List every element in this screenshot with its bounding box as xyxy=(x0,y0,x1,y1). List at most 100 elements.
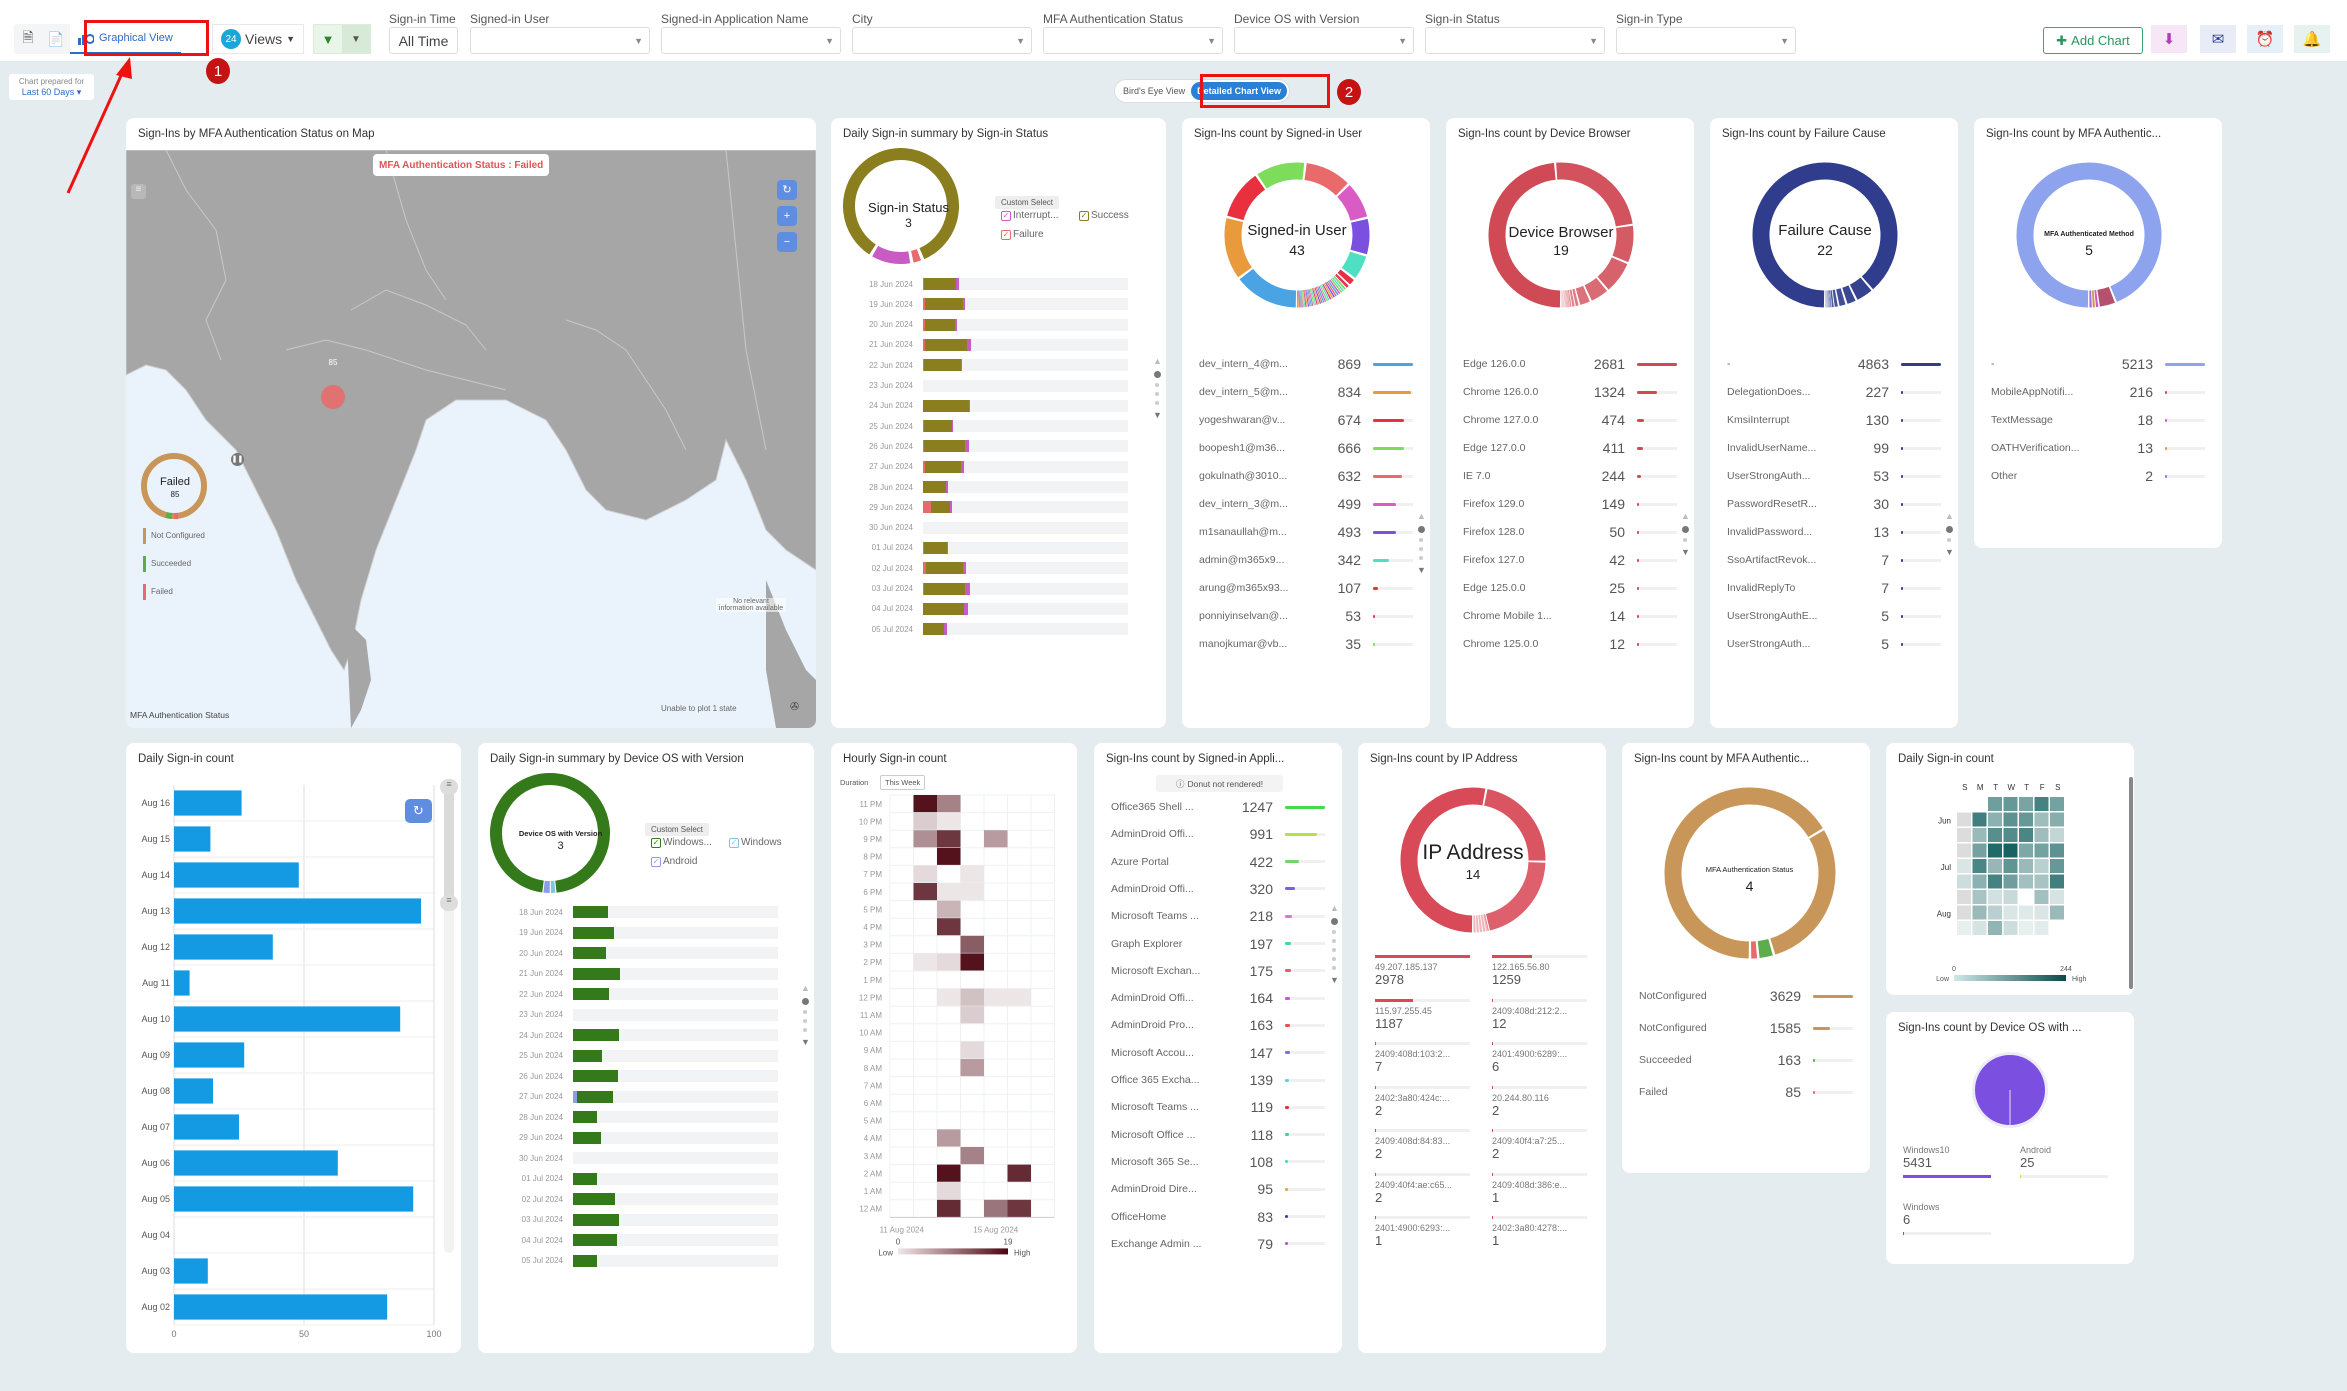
daily-row[interactable]: 27 Jun 2024 xyxy=(843,460,1128,473)
bar-segment-success[interactable] xyxy=(924,541,947,554)
bar-segment-interrupt[interactable] xyxy=(965,582,971,595)
day-cell[interactable] xyxy=(1972,921,1987,935)
daily-row[interactable]: 18 Jun 2024 xyxy=(843,278,1128,290)
page-down-icon[interactable]: ▼ xyxy=(1417,565,1426,575)
heat-cell[interactable] xyxy=(937,795,961,813)
daily-row[interactable]: 24 Jun 2024 xyxy=(493,1029,778,1041)
list-item[interactable]: - 5213 xyxy=(1991,356,2205,372)
bar-segment-success[interactable] xyxy=(923,399,970,412)
page-up-icon[interactable]: ▲ xyxy=(1330,903,1339,913)
heat-cell[interactable] xyxy=(937,900,961,919)
bar[interactable] xyxy=(174,934,273,960)
daily-row[interactable]: 05 Jul 2024 xyxy=(843,623,1128,636)
list-item[interactable]: 2409:408d:386:e... 1 xyxy=(1492,1172,1587,1205)
day-cell[interactable] xyxy=(2019,859,2033,873)
heat-cell[interactable] xyxy=(913,812,938,831)
day-cell[interactable] xyxy=(2050,843,2064,858)
day-cell[interactable] xyxy=(1988,921,2002,935)
list-item[interactable]: NotConfigured 3629 xyxy=(1639,988,1853,1004)
list-item[interactable]: AdminDroid Offi... 320 xyxy=(1111,881,1325,897)
bar-segment-interrupt[interactable] xyxy=(965,440,970,453)
bar-segment-windows10[interactable] xyxy=(573,906,608,918)
bar-segment-success[interactable] xyxy=(923,602,964,615)
page-dot[interactable] xyxy=(801,998,809,1005)
list-item[interactable]: Microsoft Exchan... 175 xyxy=(1111,963,1325,979)
bar[interactable] xyxy=(174,970,190,996)
day-cell[interactable] xyxy=(1957,921,1971,935)
heat-cell[interactable] xyxy=(984,1199,1008,1218)
day-cell[interactable] xyxy=(2050,812,2064,827)
bar-segment-windows10[interactable] xyxy=(573,1254,597,1267)
list-item[interactable]: yogeshwaran@v... 674 xyxy=(1199,412,1413,428)
heat-cell[interactable] xyxy=(937,812,961,831)
daily-row[interactable]: 02 Jul 2024 xyxy=(843,562,1128,575)
list-item[interactable]: Office365 Shell ... 1247 xyxy=(1111,799,1325,815)
hourly-heatmap[interactable]: 11 PM 10 PM 9 PM 8 PM 7 PM 6 PM 5 PM 4 PM 3 PM 2 … xyxy=(831,791,1077,1353)
list-item[interactable]: 2401:4900:6289:... 6 xyxy=(1492,1042,1587,1074)
bar-segment-interrupt[interactable] xyxy=(960,359,962,372)
bar[interactable] xyxy=(174,862,299,888)
list-item[interactable]: KmsiInterrupt 130 xyxy=(1727,412,1941,428)
bar-segment-success[interactable] xyxy=(925,338,968,351)
list-item[interactable]: Chrome 125.0.0 12 xyxy=(1463,636,1677,652)
list-item[interactable]: Firefox 127.0 42 xyxy=(1463,552,1677,568)
day-cell[interactable] xyxy=(1972,843,1987,858)
list-item[interactable]: 20.244.80.116 2 xyxy=(1492,1085,1587,1118)
list-item[interactable]: 2409:408d:84:83... 2 xyxy=(1375,1129,1470,1161)
list-item[interactable]: Azure Portal 422 xyxy=(1111,854,1325,870)
list-item[interactable]: 115.97.255.45 1187 xyxy=(1375,998,1470,1031)
page-dot[interactable] xyxy=(1155,383,1160,387)
list-item[interactable]: arung@m365x93... 107 xyxy=(1199,580,1413,596)
day-cell[interactable] xyxy=(2050,905,2064,920)
daily-row[interactable]: 27 Jun 2024 xyxy=(493,1090,778,1103)
list-item[interactable]: - 4863 xyxy=(1727,356,1941,372)
day-cell[interactable] xyxy=(2019,921,2033,935)
legend-failure[interactable]: ✓ Failure xyxy=(1001,229,1044,240)
day-cell[interactable] xyxy=(1988,797,2002,811)
views-dropdown[interactable]: 24 Views ▼ xyxy=(212,24,305,54)
daily-row[interactable]: 30 Jun 2024 xyxy=(843,521,1128,534)
daily-row[interactable]: 25 Jun 2024 xyxy=(493,1049,778,1062)
list-item[interactable]: 2402:3a80:424c:... 2 xyxy=(1375,1085,1470,1118)
page-dot[interactable] xyxy=(1419,556,1424,560)
legend-interrupt[interactable]: ✓ Interrupt... xyxy=(1001,210,1059,221)
custom-select-button[interactable]: Custom Select xyxy=(995,196,1060,209)
list-item[interactable]: Microsoft Accou... 147 xyxy=(1111,1045,1325,1061)
day-cell[interactable] xyxy=(2034,797,2049,811)
sign-in-type-select[interactable]: ▼ xyxy=(1616,27,1796,54)
bar-segment-windows10[interactable] xyxy=(573,1213,620,1226)
list-item[interactable]: Microsoft Office ... 118 xyxy=(1111,1127,1325,1143)
bar-segment-success[interactable] xyxy=(924,420,952,433)
heat-cell[interactable] xyxy=(937,847,961,866)
day-cell[interactable] xyxy=(1988,843,2002,858)
bar-segment-windows10[interactable] xyxy=(573,1131,601,1144)
day-cell[interactable] xyxy=(2050,890,2064,904)
bar-segment-windows10[interactable] xyxy=(573,967,621,980)
list-item[interactable]: m1sanaullah@m... 493 xyxy=(1199,524,1413,540)
bar[interactable] xyxy=(174,1186,414,1212)
sign-in-status-select[interactable]: ▼ xyxy=(1425,27,1605,54)
daily-bar-chart[interactable]: Aug 16 Aug 15 Aug 14 Aug 13 Aug 12 Aug 11 Aug … xyxy=(126,773,461,1353)
bar-segment-interrupt[interactable] xyxy=(962,298,966,311)
bar[interactable] xyxy=(174,898,421,924)
legend-failed[interactable]: Failed xyxy=(151,587,173,596)
daily-row[interactable]: 24 Jun 2024 xyxy=(843,399,1128,412)
page-up-icon[interactable]: ▲ xyxy=(1681,511,1690,521)
page-down-icon[interactable]: ▼ xyxy=(1681,547,1690,557)
heat-cell[interactable] xyxy=(937,988,961,1007)
zoom-scrollbar-thumb[interactable] xyxy=(444,783,454,903)
heat-cell[interactable] xyxy=(1007,988,1032,1007)
page-dot[interactable] xyxy=(1417,526,1425,533)
list-item[interactable]: IE 7.0 244 xyxy=(1463,468,1677,484)
bar-segment-success[interactable] xyxy=(924,359,961,372)
bar-segment-success[interactable] xyxy=(924,440,966,453)
bar[interactable] xyxy=(174,1078,213,1104)
page-down-icon[interactable]: ▼ xyxy=(1330,975,1339,985)
list-item[interactable]: UserStrongAuthE... 5 xyxy=(1727,608,1941,624)
legend-not-configured[interactable]: Not Configured xyxy=(151,531,205,540)
list-item[interactable]: Chrome Mobile 1... 14 xyxy=(1463,608,1677,624)
list-item[interactable]: manojkumar@vb... 35 xyxy=(1199,636,1413,652)
bar-segment-windows10[interactable] xyxy=(573,988,609,1000)
page-dot[interactable] xyxy=(1155,392,1160,396)
day-cell[interactable] xyxy=(2050,797,2064,811)
